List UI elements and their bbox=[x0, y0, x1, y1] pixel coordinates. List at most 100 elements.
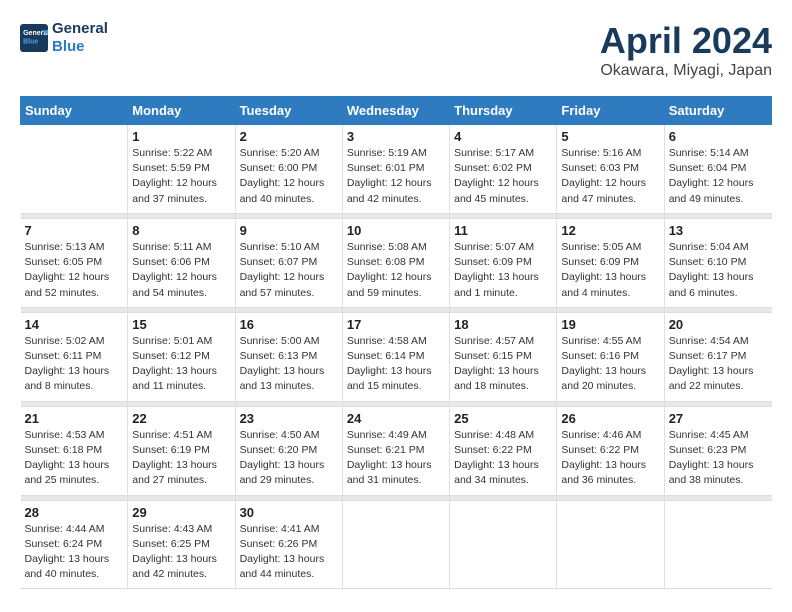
calendar-day-cell bbox=[21, 125, 128, 214]
day-number: 16 bbox=[240, 317, 338, 332]
day-number: 22 bbox=[132, 411, 230, 426]
calendar-day-cell: 3 Sunrise: 5:19 AM Sunset: 6:01 PM Daylig… bbox=[342, 125, 449, 214]
calendar-day-cell: 12 Sunrise: 5:05 AM Sunset: 6:09 PM Dayli… bbox=[557, 218, 664, 307]
day-info: Sunrise: 4:41 AM Sunset: 6:26 PM Dayligh… bbox=[240, 522, 338, 583]
day-number: 20 bbox=[669, 317, 768, 332]
day-number: 24 bbox=[347, 411, 445, 426]
day-info: Sunrise: 4:54 AM Sunset: 6:17 PM Dayligh… bbox=[669, 334, 768, 395]
calendar-day-cell: 27Sunrise: 4:45 AM Sunset: 6:23 PM Dayli… bbox=[664, 406, 771, 495]
day-info: Sunrise: 4:48 AM Sunset: 6:22 PM Dayligh… bbox=[454, 428, 552, 489]
day-info: Sunrise: 5:20 AM Sunset: 6:00 PM Dayligh… bbox=[240, 146, 338, 207]
day-number: 19 bbox=[561, 317, 659, 332]
page-header: General Blue General Blue April 2024 Oka… bbox=[20, 20, 772, 80]
svg-text:Blue: Blue bbox=[23, 38, 38, 45]
day-number: 15 bbox=[132, 317, 230, 332]
day-info: Sunrise: 5:05 AM Sunset: 6:09 PM Dayligh… bbox=[561, 240, 659, 301]
col-sunday: Sunday bbox=[21, 97, 128, 125]
calendar-day-cell: 9 Sunrise: 5:10 AM Sunset: 6:07 PM Daylig… bbox=[235, 218, 342, 307]
day-info: Sunrise: 5:01 AM Sunset: 6:12 PM Dayligh… bbox=[132, 334, 230, 395]
calendar-day-cell: 4 Sunrise: 5:17 AM Sunset: 6:02 PM Daylig… bbox=[450, 125, 557, 214]
day-info: Sunrise: 5:17 AM Sunset: 6:02 PM Dayligh… bbox=[454, 146, 552, 207]
calendar-week-row: 1 Sunrise: 5:22 AM Sunset: 5:59 PM Daylig… bbox=[21, 125, 772, 214]
header-row: Sunday Monday Tuesday Wednesday Thursday… bbox=[21, 97, 772, 125]
day-number: 14 bbox=[25, 317, 124, 332]
day-number: 17 bbox=[347, 317, 445, 332]
calendar-day-cell: 18 Sunrise: 4:57 AM Sunset: 6:15 PM Dayli… bbox=[450, 312, 557, 401]
calendar-day-cell: 2 Sunrise: 5:20 AM Sunset: 6:00 PM Daylig… bbox=[235, 125, 342, 214]
calendar-day-cell: 10 Sunrise: 5:08 AM Sunset: 6:08 PM Dayli… bbox=[342, 218, 449, 307]
col-tuesday: Tuesday bbox=[235, 97, 342, 125]
day-number: 28 bbox=[25, 505, 124, 520]
day-number: 1 bbox=[132, 129, 230, 144]
calendar-day-cell: 6 Sunrise: 5:14 AM Sunset: 6:04 PM Daylig… bbox=[664, 125, 771, 214]
calendar-day-cell bbox=[557, 500, 664, 589]
col-wednesday: Wednesday bbox=[342, 97, 449, 125]
calendar-day-cell: 17 Sunrise: 4:58 AM Sunset: 6:14 PM Dayli… bbox=[342, 312, 449, 401]
calendar-day-cell: 7Sunrise: 5:13 AM Sunset: 6:05 PM Daylig… bbox=[21, 218, 128, 307]
day-number: 7 bbox=[25, 223, 124, 238]
calendar-day-cell: 20 Sunrise: 4:54 AM Sunset: 6:17 PM Dayli… bbox=[664, 312, 771, 401]
calendar-day-cell: 26Sunrise: 4:46 AM Sunset: 6:22 PM Dayli… bbox=[557, 406, 664, 495]
day-number: 4 bbox=[454, 129, 552, 144]
day-info: Sunrise: 5:08 AM Sunset: 6:08 PM Dayligh… bbox=[347, 240, 445, 301]
day-number: 29 bbox=[132, 505, 230, 520]
calendar-day-cell: 30 Sunrise: 4:41 AM Sunset: 6:26 PM Dayli… bbox=[235, 500, 342, 589]
calendar-day-cell: 14 Sunrise: 5:02 AM Sunset: 6:11 PM Dayli… bbox=[21, 312, 128, 401]
calendar-day-cell: 25 Sunrise: 4:48 AM Sunset: 6:22 PM Dayli… bbox=[450, 406, 557, 495]
calendar-day-cell: 11Sunrise: 5:07 AM Sunset: 6:09 PM Dayli… bbox=[450, 218, 557, 307]
calendar-week-row: 21 Sunrise: 4:53 AM Sunset: 6:18 PM Dayli… bbox=[21, 406, 772, 495]
logo-text-general: General bbox=[52, 20, 108, 38]
day-info: Sunrise: 5:02 AM Sunset: 6:11 PM Dayligh… bbox=[25, 334, 124, 395]
month-title: April 2024 bbox=[600, 20, 772, 62]
calendar-day-cell: 16 Sunrise: 5:00 AM Sunset: 6:13 PM Dayli… bbox=[235, 312, 342, 401]
day-number: 21 bbox=[25, 411, 124, 426]
day-number: 11 bbox=[454, 223, 552, 238]
day-info: Sunrise: 4:58 AM Sunset: 6:14 PM Dayligh… bbox=[347, 334, 445, 395]
day-info: Sunrise: 4:57 AM Sunset: 6:15 PM Dayligh… bbox=[454, 334, 552, 395]
day-number: 23 bbox=[240, 411, 338, 426]
calendar-table: Sunday Monday Tuesday Wednesday Thursday… bbox=[20, 96, 772, 589]
day-number: 30 bbox=[240, 505, 338, 520]
day-info: Sunrise: 4:50 AM Sunset: 6:20 PM Dayligh… bbox=[240, 428, 338, 489]
day-info: Sunrise: 5:19 AM Sunset: 6:01 PM Dayligh… bbox=[347, 146, 445, 207]
calendar-day-cell: 13Sunrise: 5:04 AM Sunset: 6:10 PM Dayli… bbox=[664, 218, 771, 307]
calendar-week-row: 14 Sunrise: 5:02 AM Sunset: 6:11 PM Dayli… bbox=[21, 312, 772, 401]
day-info: Sunrise: 4:44 AM Sunset: 6:24 PM Dayligh… bbox=[25, 522, 124, 583]
day-number: 3 bbox=[347, 129, 445, 144]
day-info: Sunrise: 4:43 AM Sunset: 6:25 PM Dayligh… bbox=[132, 522, 230, 583]
calendar-day-cell: 24Sunrise: 4:49 AM Sunset: 6:21 PM Dayli… bbox=[342, 406, 449, 495]
title-block: April 2024 Okawara, Miyagi, Japan bbox=[600, 20, 772, 80]
day-number: 18 bbox=[454, 317, 552, 332]
day-number: 2 bbox=[240, 129, 338, 144]
calendar-day-cell: 1 Sunrise: 5:22 AM Sunset: 5:59 PM Daylig… bbox=[128, 125, 235, 214]
day-info: Sunrise: 5:10 AM Sunset: 6:07 PM Dayligh… bbox=[240, 240, 338, 301]
day-number: 10 bbox=[347, 223, 445, 238]
col-friday: Friday bbox=[557, 97, 664, 125]
calendar-day-cell: 23 Sunrise: 4:50 AM Sunset: 6:20 PM Dayli… bbox=[235, 406, 342, 495]
day-number: 25 bbox=[454, 411, 552, 426]
day-number: 5 bbox=[561, 129, 659, 144]
col-thursday: Thursday bbox=[450, 97, 557, 125]
calendar-day-cell: 22 Sunrise: 4:51 AM Sunset: 6:19 PM Dayli… bbox=[128, 406, 235, 495]
logo: General Blue General Blue bbox=[20, 20, 108, 56]
day-info: Sunrise: 4:51 AM Sunset: 6:19 PM Dayligh… bbox=[132, 428, 230, 489]
location: Okawara, Miyagi, Japan bbox=[600, 62, 772, 80]
calendar-day-cell: 8Sunrise: 5:11 AM Sunset: 6:06 PM Daylig… bbox=[128, 218, 235, 307]
day-number: 9 bbox=[240, 223, 338, 238]
logo-icon: General Blue bbox=[20, 24, 48, 52]
day-number: 12 bbox=[561, 223, 659, 238]
calendar-day-cell bbox=[664, 500, 771, 589]
calendar-day-cell: 19Sunrise: 4:55 AM Sunset: 6:16 PM Dayli… bbox=[557, 312, 664, 401]
day-info: Sunrise: 4:53 AM Sunset: 6:18 PM Dayligh… bbox=[25, 428, 124, 489]
day-info: Sunrise: 5:22 AM Sunset: 5:59 PM Dayligh… bbox=[132, 146, 230, 207]
day-number: 27 bbox=[669, 411, 768, 426]
day-info: Sunrise: 5:11 AM Sunset: 6:06 PM Dayligh… bbox=[132, 240, 230, 301]
logo-text-blue: Blue bbox=[52, 38, 108, 56]
day-number: 6 bbox=[669, 129, 768, 144]
calendar-day-cell: 29 Sunrise: 4:43 AM Sunset: 6:25 PM Dayli… bbox=[128, 500, 235, 589]
day-info: Sunrise: 4:46 AM Sunset: 6:22 PM Dayligh… bbox=[561, 428, 659, 489]
day-info: Sunrise: 5:14 AM Sunset: 6:04 PM Dayligh… bbox=[669, 146, 768, 207]
calendar-day-cell: 28 Sunrise: 4:44 AM Sunset: 6:24 PM Dayli… bbox=[21, 500, 128, 589]
calendar-week-row: 7Sunrise: 5:13 AM Sunset: 6:05 PM Daylig… bbox=[21, 218, 772, 307]
day-info: Sunrise: 5:00 AM Sunset: 6:13 PM Dayligh… bbox=[240, 334, 338, 395]
